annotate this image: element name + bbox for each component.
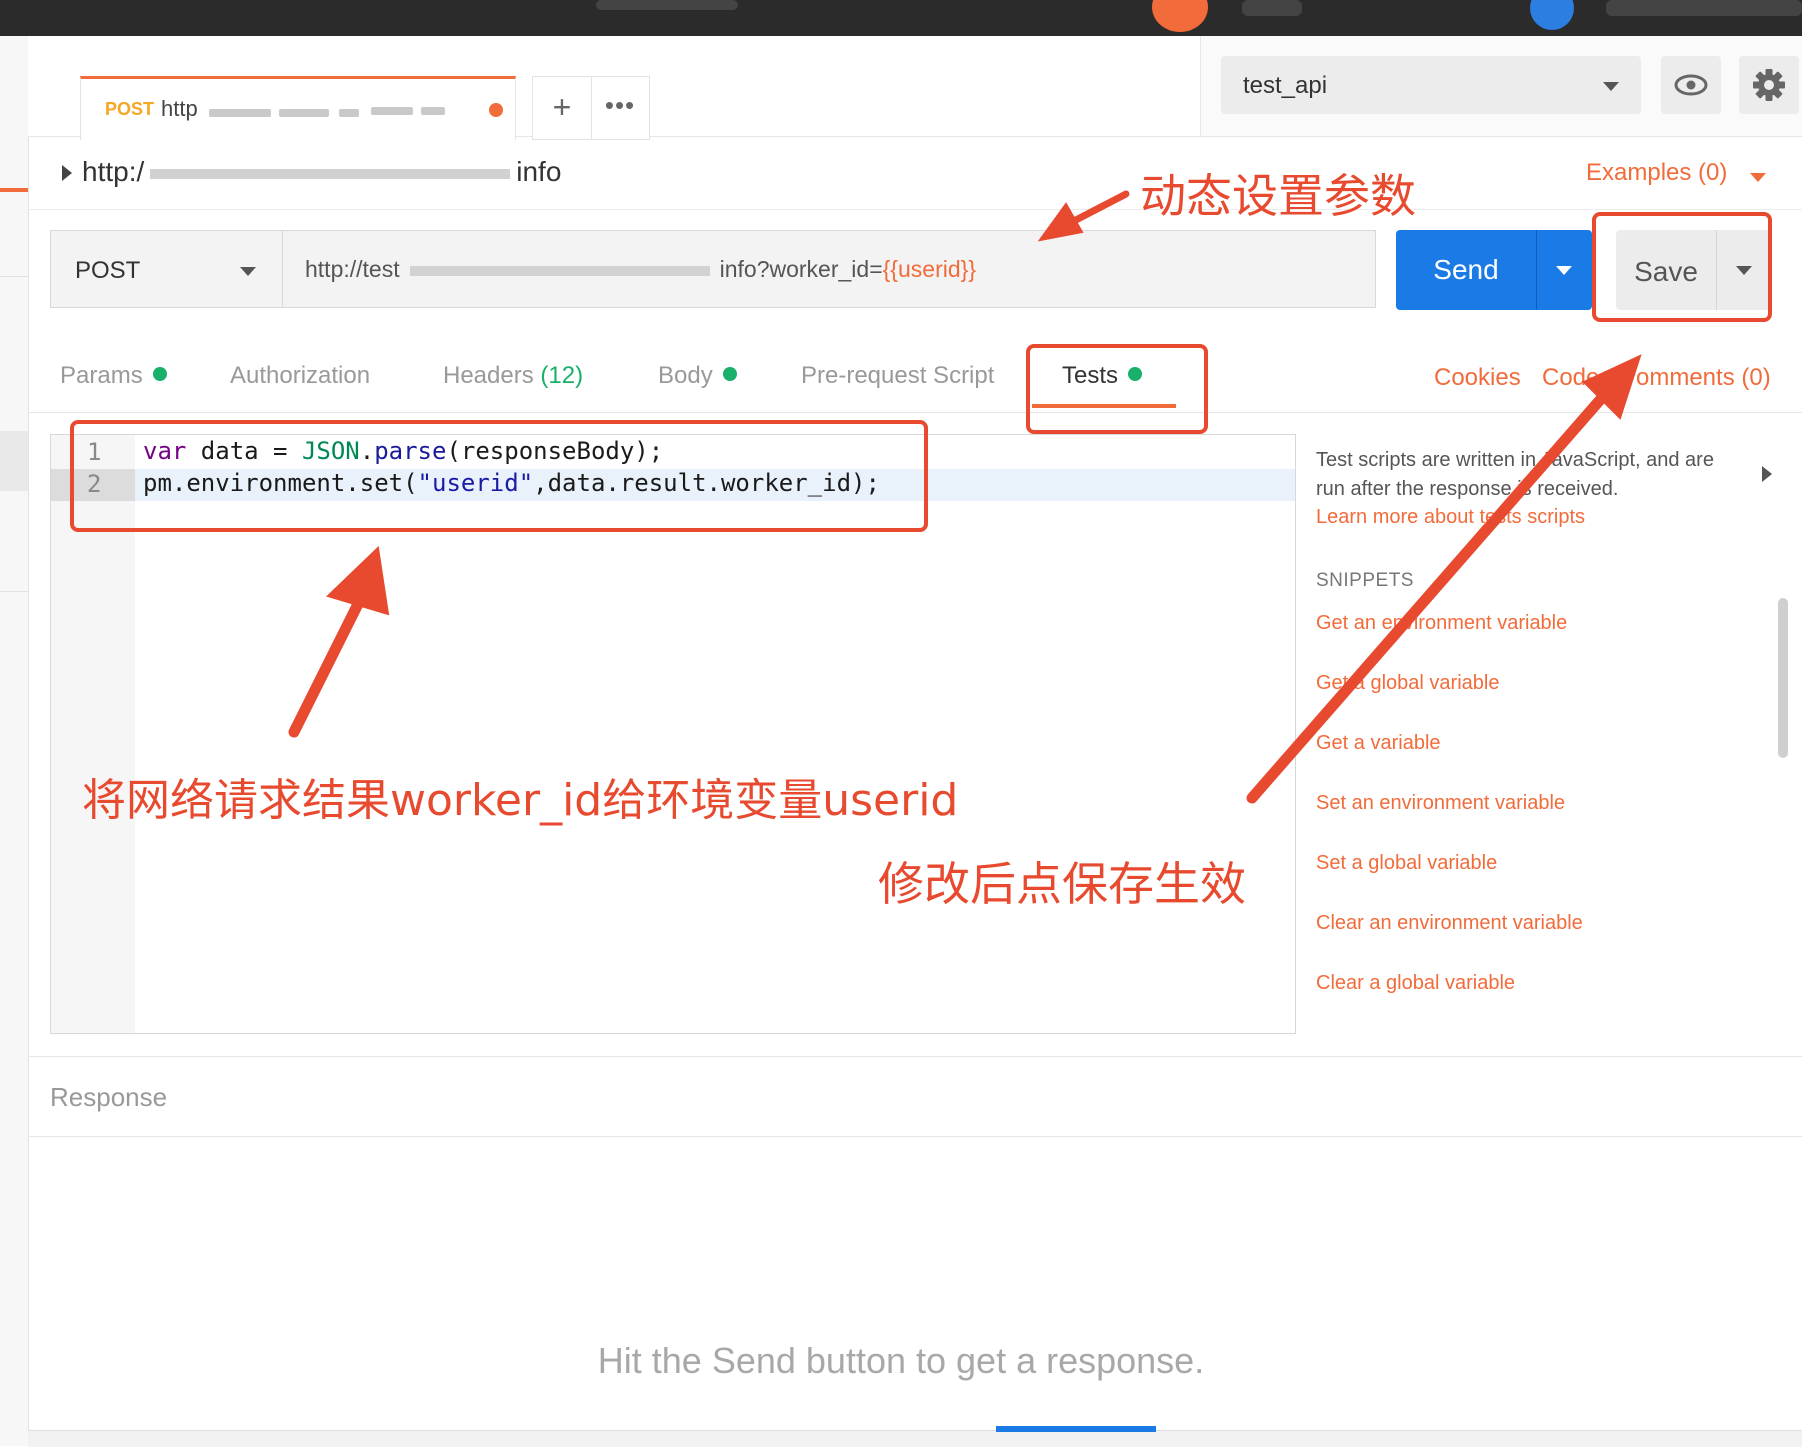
arrow-to-url xyxy=(1068,190,1130,226)
arrow-head xyxy=(1037,202,1084,242)
annotation-save-hint: 修改后点保存生效 xyxy=(878,857,1246,911)
annotation-dynamic-params: 动态设置参数 xyxy=(1140,169,1416,223)
annotation-assign-result: 将网络请求结果worker_id给环境变量userid xyxy=(82,775,959,826)
arrow-to-code xyxy=(288,594,366,738)
arrow-to-save xyxy=(1246,394,1606,804)
annotation-arrows xyxy=(288,190,1642,804)
arrow-head xyxy=(326,545,390,616)
